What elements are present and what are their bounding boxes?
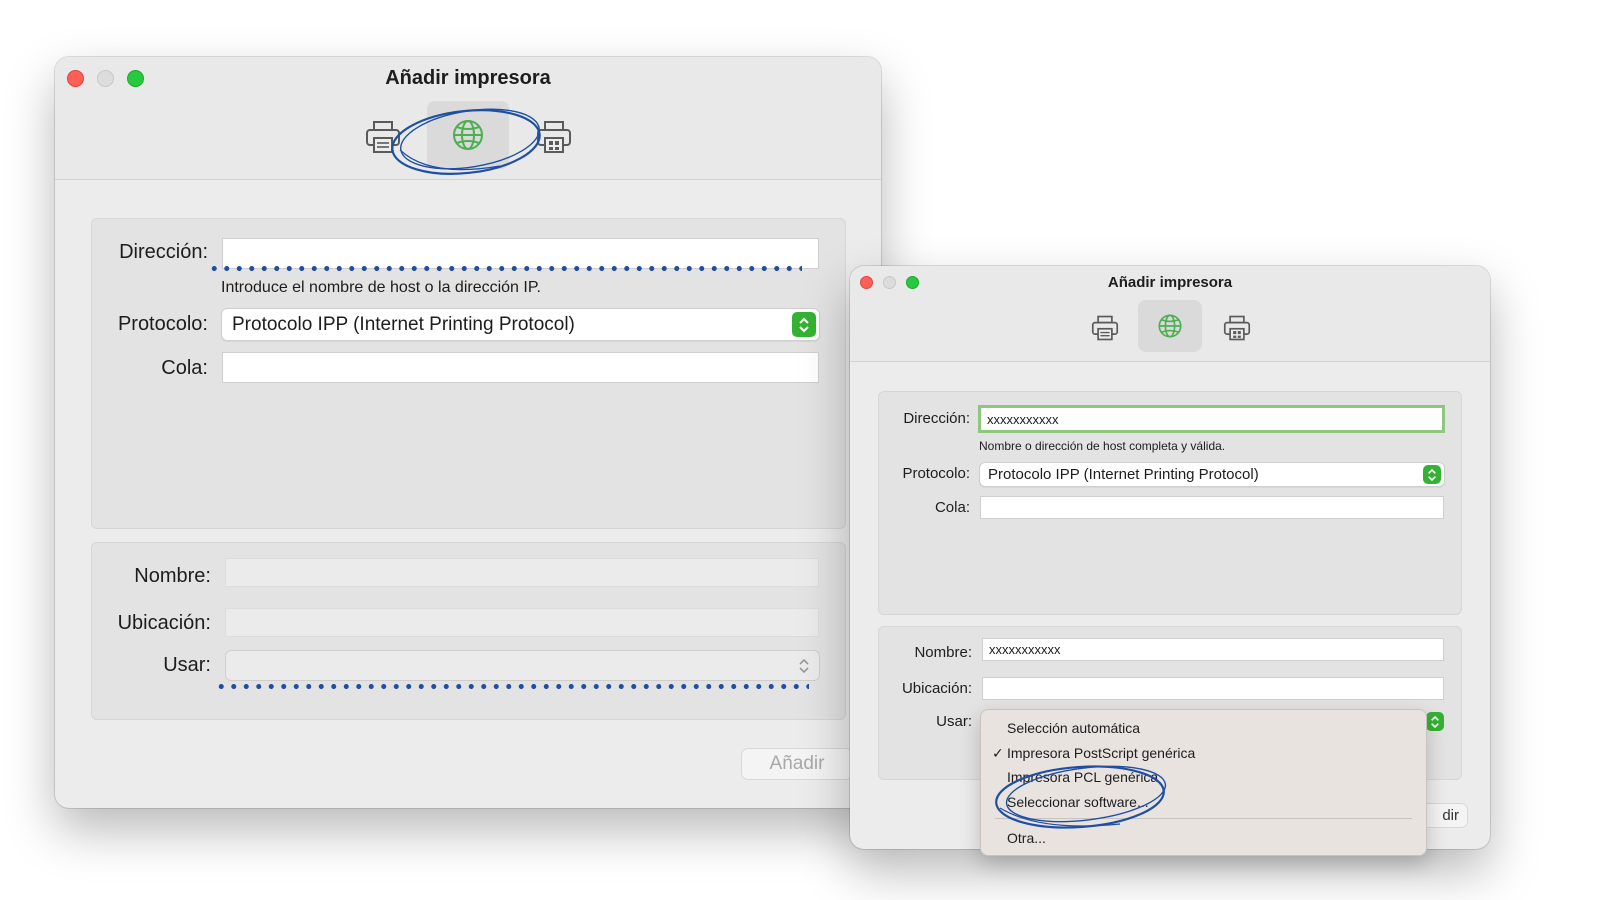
- protocolo-select-value: Protocolo IPP (Internet Printing Protoco…: [232, 313, 575, 335]
- usar-label: Usar:: [163, 654, 211, 676]
- usar-select[interactable]: [225, 650, 820, 681]
- protocolo-select-value: Protocolo IPP (Internet Printing Protoco…: [988, 466, 1259, 483]
- direccion-input[interactable]: xxxxxxxxxxx: [978, 405, 1445, 433]
- nombre-input[interactable]: xxxxxxxxxxx: [982, 638, 1444, 661]
- tab-windows-printer[interactable]: [531, 107, 577, 167]
- windows-printer-icon: [537, 121, 571, 153]
- window-toolbar: Añadir impresora: [55, 57, 881, 180]
- windows-printer-icon: [1223, 315, 1251, 341]
- protocolo-label: Protocolo:: [902, 465, 970, 482]
- tab-default-printer[interactable]: [360, 107, 406, 167]
- annotation-dotted-underline-usar: [215, 683, 809, 690]
- nombre-label: Nombre:: [914, 644, 972, 661]
- menu-item-postscript-generica[interactable]: ✓ Impresora PostScript genérica: [992, 745, 1195, 761]
- cola-input[interactable]: [222, 352, 819, 383]
- ubicacion-label: Ubicación:: [901, 680, 972, 697]
- protocolo-chevron-icon[interactable]: [792, 312, 816, 337]
- tab-ip-printer[interactable]: [427, 101, 509, 169]
- nombre-input[interactable]: [225, 558, 819, 587]
- usar-dropdown-menu: Selección automática ✓ Impresora PostScr…: [980, 709, 1427, 856]
- annotation-dotted-underline-direccion: [208, 265, 802, 272]
- printer-icon: [366, 121, 400, 153]
- protocolo-select[interactable]: Protocolo IPP (Internet Printing Protoco…: [221, 308, 820, 341]
- usar-label: Usar:: [936, 713, 972, 730]
- menu-item-seleccion-automatica[interactable]: Selección automática: [1007, 720, 1140, 736]
- cola-input[interactable]: [980, 496, 1444, 519]
- protocolo-select[interactable]: Protocolo IPP (Internet Printing Protoco…: [979, 462, 1445, 487]
- protocolo-label: Protocolo:: [117, 313, 208, 335]
- menu-separator: [995, 818, 1412, 819]
- menu-item-seleccionar-software[interactable]: Seleccionar software...: [1007, 794, 1149, 810]
- ubicacion-label: Ubicación:: [117, 612, 211, 634]
- direccion-hint: Nombre o dirección de host completa y vá…: [979, 439, 1226, 453]
- ubicacion-input[interactable]: [982, 677, 1444, 700]
- nombre-label: Nombre:: [134, 565, 211, 587]
- menu-item-otra[interactable]: Otra...: [1007, 830, 1046, 846]
- direccion-label: Dirección:: [903, 410, 970, 427]
- add-printer-window-left: Añadir impresora Dirección: Introduce el…: [55, 57, 881, 808]
- cola-label: Cola:: [934, 499, 970, 516]
- direccion-hint: Introduce el nombre de host o la direcci…: [221, 279, 541, 296]
- printer-icon: [1091, 315, 1119, 341]
- window-toolbar: Añadir impresora: [850, 266, 1490, 362]
- usar-chevron-icon[interactable]: [794, 655, 814, 677]
- tab-windows-printer[interactable]: [1220, 306, 1254, 350]
- tab-default-printer[interactable]: [1088, 306, 1122, 350]
- menu-item-pcl-generica[interactable]: Impresora PCL genérica: [1007, 769, 1158, 785]
- direccion-label: Dirección:: [119, 241, 208, 263]
- add-button[interactable]: Añadir: [741, 748, 853, 780]
- checkmark-icon: ✓: [992, 745, 1004, 761]
- tab-ip-printer[interactable]: [1138, 300, 1202, 352]
- usar-chevron-icon[interactable]: [1426, 712, 1444, 731]
- globe-icon: [1158, 314, 1182, 338]
- window-title: Añadir impresora: [385, 67, 551, 89]
- ubicacion-input[interactable]: [225, 608, 819, 637]
- cola-label: Cola:: [161, 357, 208, 379]
- window-title: Añadir impresora: [1107, 274, 1233, 291]
- protocolo-chevron-icon[interactable]: [1423, 465, 1441, 484]
- globe-icon: [453, 120, 483, 150]
